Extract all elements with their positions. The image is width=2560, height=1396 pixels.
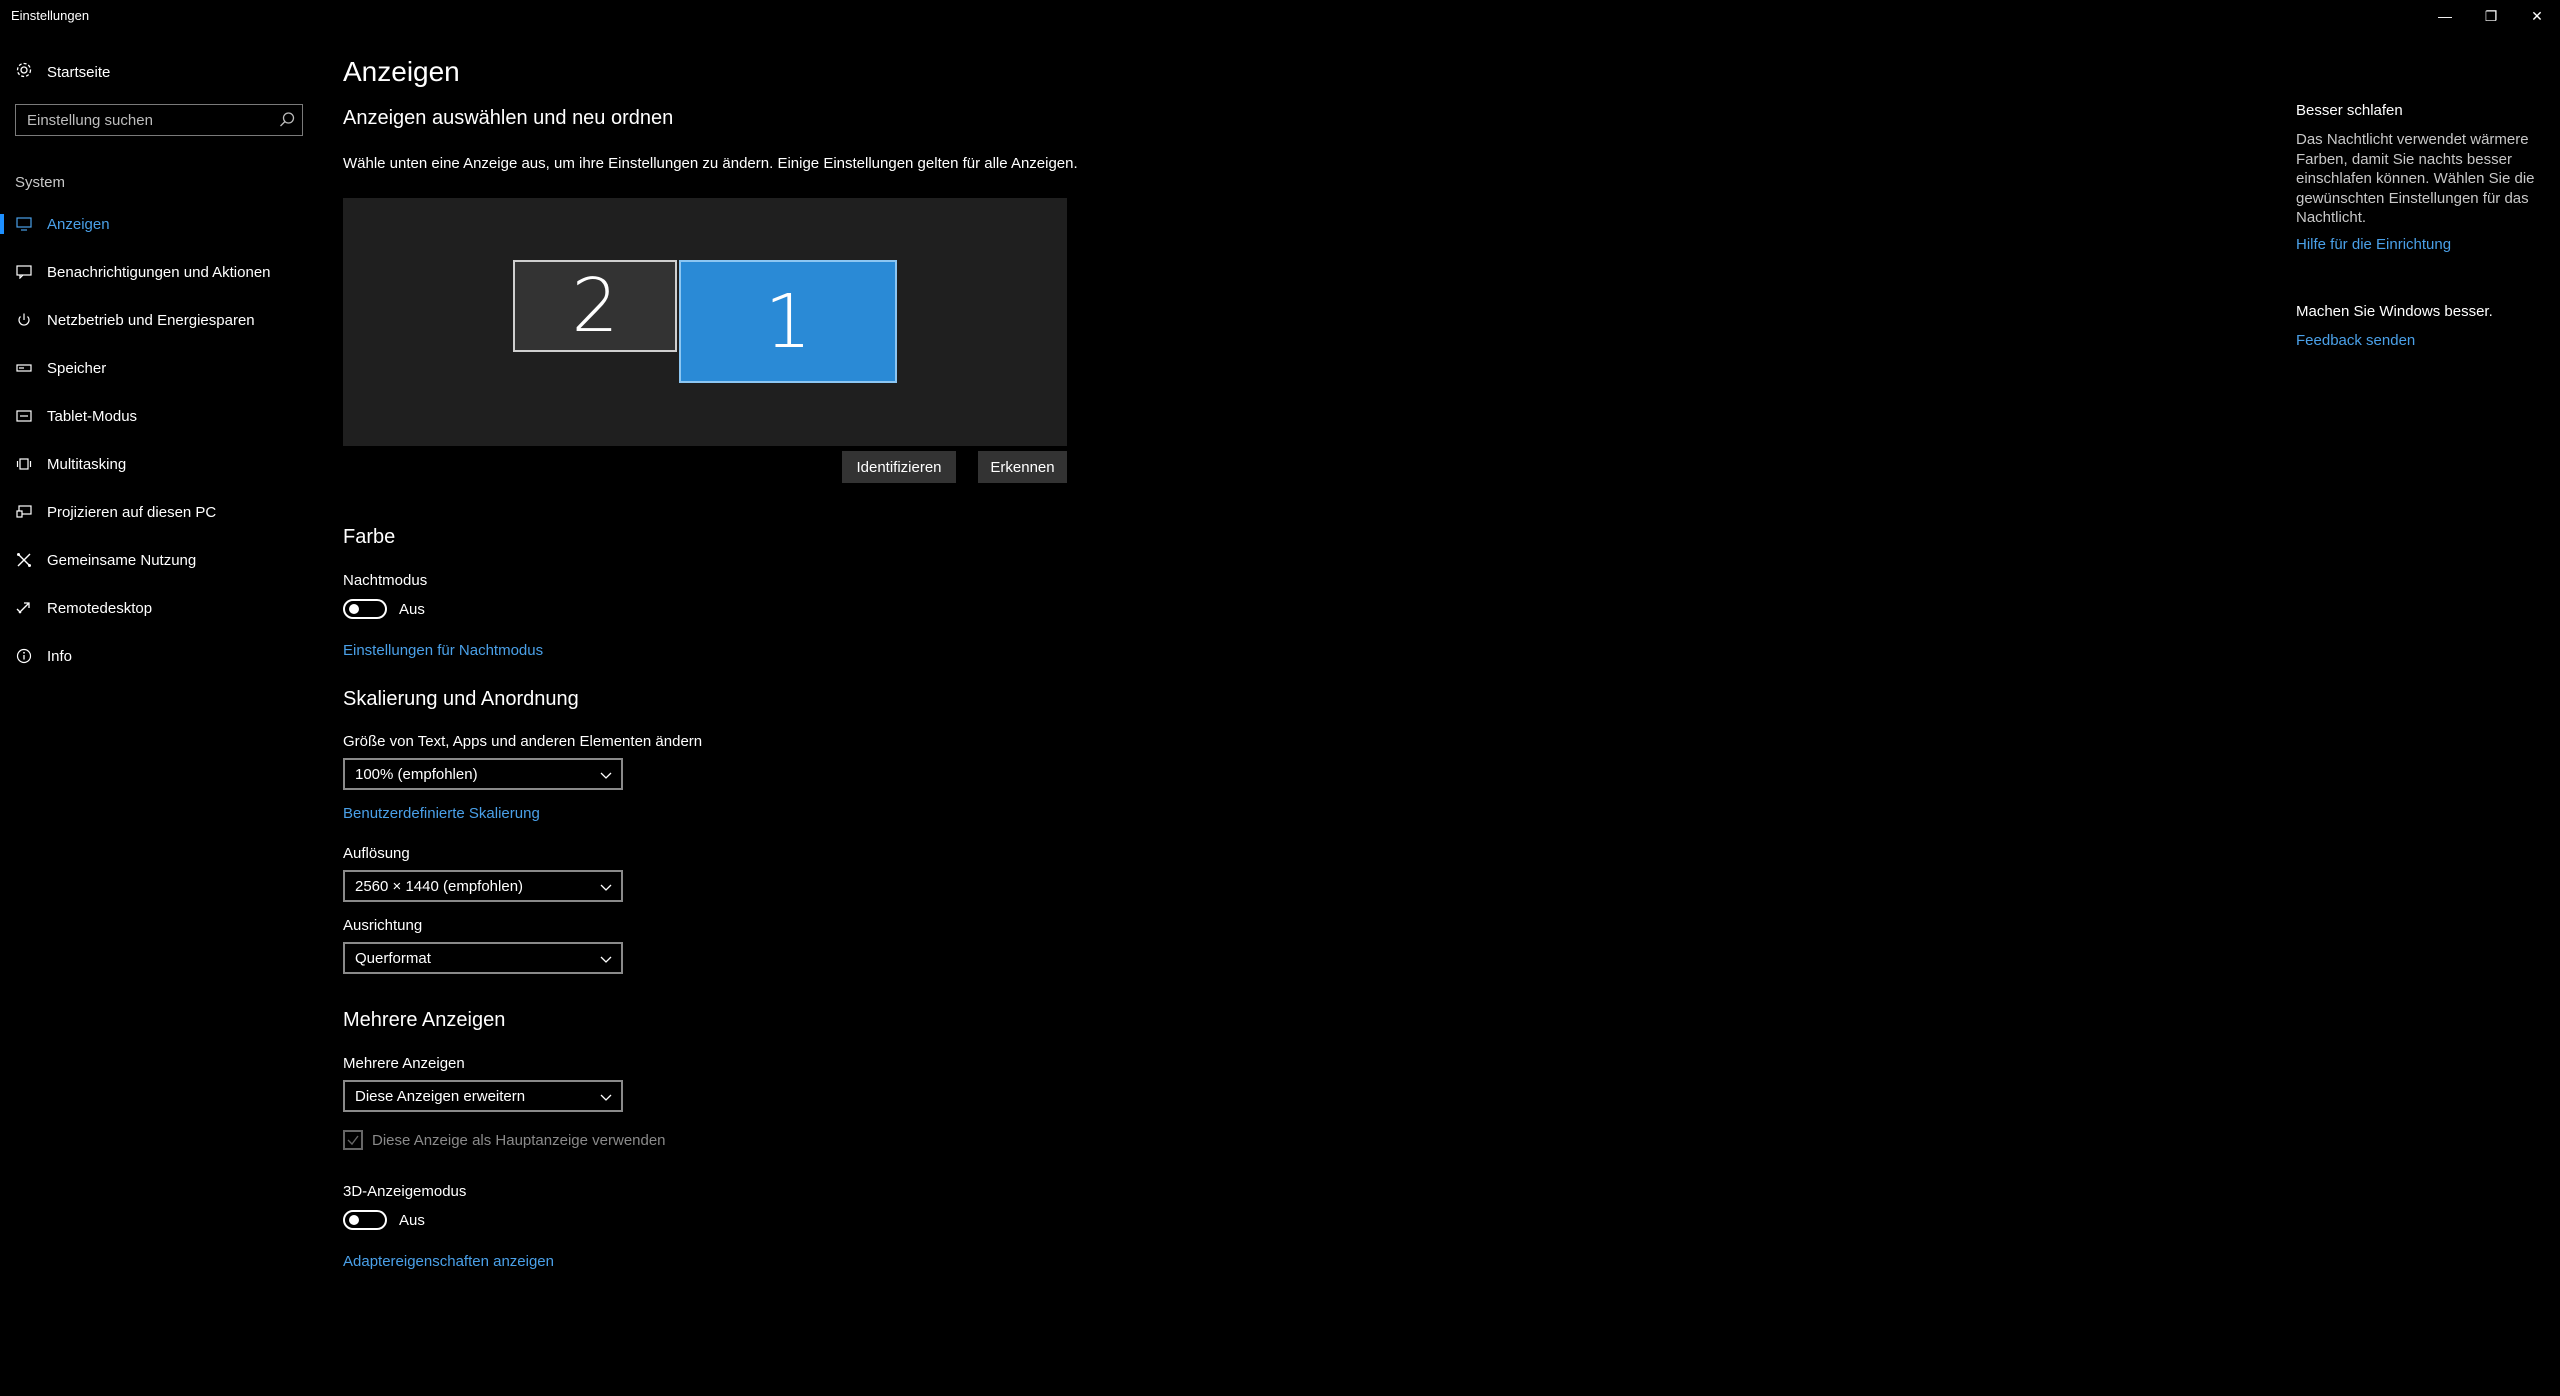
sidebar-item-multitasking[interactable]: Multitasking [0, 440, 320, 488]
sidebar-item-gemeinsame-nutzung[interactable]: Gemeinsame Nutzung [0, 536, 320, 584]
info-icon [15, 647, 33, 665]
mode-3d-toggle[interactable] [343, 1210, 387, 1230]
sidebar-item-label: Multitasking [47, 455, 127, 473]
tablet-icon [15, 407, 33, 425]
sidebar-item-label: Tablet-Modus [47, 407, 138, 425]
storage-icon [15, 359, 33, 377]
sidebar-item-info[interactable]: Info [0, 632, 320, 680]
resolution-dropdown[interactable]: 2560 × 1440 (empfohlen) [343, 870, 623, 902]
sidebar-item-anzeigen[interactable]: Anzeigen [0, 200, 320, 248]
night-mode-toggle[interactable] [343, 599, 387, 619]
chevron-down-icon [599, 952, 613, 966]
orientation-dropdown[interactable]: Querformat [343, 942, 623, 974]
primary-display-checkbox-label: Diese Anzeige als Hauptanzeige verwenden [372, 1131, 666, 1149]
monitor-1[interactable]: 1 [679, 260, 897, 383]
minimize-button[interactable]: — [2422, 0, 2468, 32]
search-box[interactable] [15, 104, 303, 136]
sidebar-home[interactable]: Startseite [15, 60, 110, 84]
maximize-icon: ❐ [2484, 7, 2498, 24]
orientation-label: Ausrichtung [343, 917, 423, 934]
night-mode-state: Aus [399, 600, 425, 618]
detect-button[interactable]: Erkennen [978, 451, 1067, 483]
sleep-title: Besser schlafen [2296, 102, 2403, 119]
sidebar-item-tablet-modus[interactable]: Tablet-Modus [0, 392, 320, 440]
primary-display-checkbox [343, 1130, 363, 1150]
scale-size-value: 100% (empfohlen) [355, 765, 478, 783]
sidebar-item-benachrichtigungen[interactable]: Benachrichtigungen und Aktionen [0, 248, 320, 296]
close-button[interactable]: ✕ [2514, 0, 2560, 32]
sidebar-item-label: Speicher [47, 359, 107, 377]
checkmark-icon [347, 1135, 359, 1146]
sidebar-item-label: Benachrichtigungen und Aktionen [47, 263, 271, 281]
maximize-button[interactable]: ❐ [2468, 0, 2514, 32]
identify-button[interactable]: Identifizieren [842, 451, 956, 483]
resolution-label: Auflösung [343, 845, 410, 862]
close-icon: ✕ [2531, 7, 2543, 24]
message-icon [15, 263, 33, 281]
scaling-heading: Skalierung und Anordnung [343, 688, 579, 710]
multi-display-label: Mehrere Anzeigen [343, 1055, 465, 1072]
toggle-knob [349, 604, 359, 614]
chevron-down-icon [599, 880, 613, 894]
sidebar-item-label: Gemeinsame Nutzung [47, 551, 197, 569]
page-title: Anzeigen [343, 56, 460, 87]
monitor-2[interactable]: 2 [513, 260, 677, 352]
arrange-description: Wähle unten eine Anzeige aus, um ihre Ei… [343, 155, 1078, 172]
mode-3d-label: 3D-Anzeigemodus [343, 1183, 467, 1200]
display-arrangement-canvas[interactable]: 2 1 [343, 198, 1067, 446]
sidebar-nav: Anzeigen Benachrichtigungen und Aktionen… [0, 200, 320, 680]
feedback-link[interactable]: Feedback senden [2296, 332, 2415, 349]
project-icon [15, 503, 33, 521]
minimize-icon: — [2438, 8, 2452, 24]
multitasking-icon [15, 455, 33, 473]
sidebar-item-label: Projizieren auf diesen PC [47, 503, 217, 521]
home-label: Startseite [47, 63, 111, 81]
sidebar-item-label: Info [47, 647, 73, 665]
mode-3d-toggle-row[interactable]: Aus [343, 1210, 425, 1230]
chevron-down-icon [599, 768, 613, 782]
night-mode-label: Nachtmodus [343, 572, 428, 589]
sidebar-item-netzbetrieb[interactable]: Netzbetrieb und Energiesparen [0, 296, 320, 344]
sidebar-item-label: Remotedesktop [47, 599, 153, 617]
sidebar-section-label: System [15, 174, 66, 191]
adapter-properties-link[interactable]: Adaptereigenschaften anzeigen [343, 1253, 554, 1270]
setup-help-link[interactable]: Hilfe für die Einrichtung [2296, 236, 2451, 253]
orientation-value: Querformat [355, 949, 431, 967]
gear-icon [15, 61, 33, 83]
night-mode-settings-link[interactable]: Einstellungen für Nachtmodus [343, 642, 543, 659]
custom-scaling-link[interactable]: Benutzerdefinierte Skalierung [343, 805, 540, 822]
night-mode-toggle-row[interactable]: Aus [343, 599, 425, 619]
window-title: Einstellungen [11, 8, 90, 23]
toggle-knob [349, 1215, 359, 1225]
resolution-value: 2560 × 1440 (empfohlen) [355, 877, 524, 895]
sleep-text: Das Nachtlicht verwendet wärmere Farben,… [2296, 131, 2535, 226]
mode-3d-state: Aus [399, 1211, 425, 1229]
scale-size-label: Größe von Text, Apps und anderen Element… [343, 733, 703, 750]
sidebar-item-label: Netzbetrieb und Energiesparen [47, 311, 255, 329]
sidebar-item-label: Anzeigen [47, 215, 110, 233]
feedback-title: Machen Sie Windows besser. [2296, 303, 2493, 320]
share-icon [15, 551, 33, 569]
title-bar: Einstellungen — ❐ ✕ [0, 0, 2560, 32]
search-input[interactable] [16, 105, 266, 135]
sidebar-item-projizieren[interactable]: Projizieren auf diesen PC [0, 488, 320, 536]
sidebar-item-speicher[interactable]: Speicher [0, 344, 320, 392]
search-icon[interactable] [278, 111, 296, 129]
remote-icon [15, 599, 33, 617]
arrange-heading: Anzeigen auswählen und neu ordnen [343, 107, 674, 129]
multi-display-heading: Mehrere Anzeigen [343, 1009, 506, 1031]
power-icon [15, 311, 33, 329]
monitor-icon [15, 215, 33, 233]
chevron-down-icon [599, 1090, 613, 1104]
multi-display-value: Diese Anzeigen erweitern [355, 1087, 526, 1105]
sidebar-item-remotedesktop[interactable]: Remotedesktop [0, 584, 320, 632]
scale-size-dropdown[interactable]: 100% (empfohlen) [343, 758, 623, 790]
primary-display-checkbox-row: Diese Anzeige als Hauptanzeige verwenden [343, 1130, 666, 1150]
multi-display-dropdown[interactable]: Diese Anzeigen erweitern [343, 1080, 623, 1112]
color-heading: Farbe [343, 526, 396, 548]
